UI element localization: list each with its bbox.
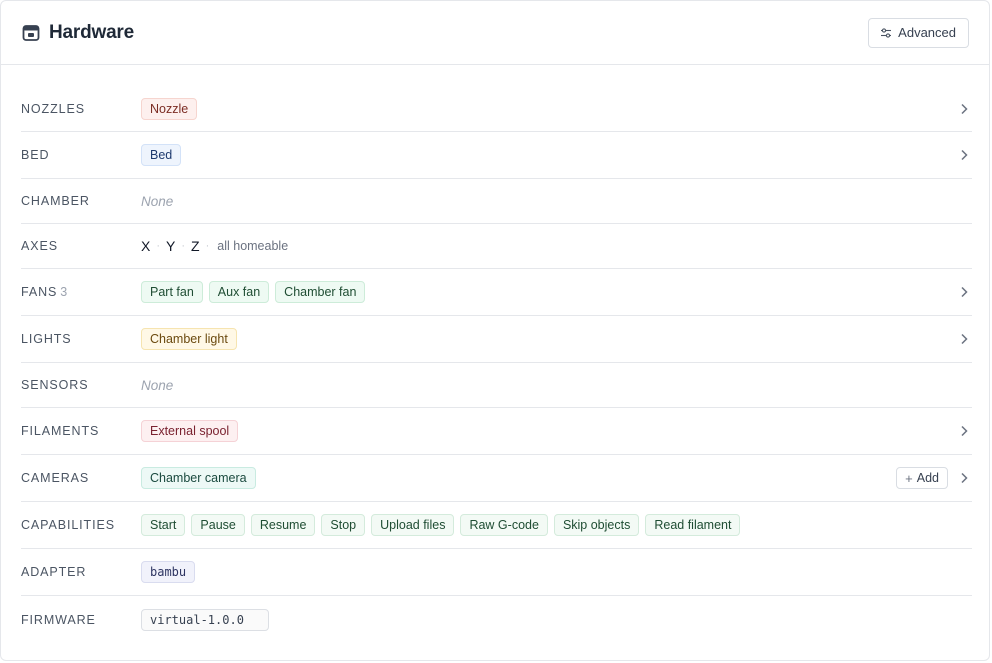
advanced-button-label: Advanced: [898, 25, 956, 40]
panel-header: Hardware Advanced: [1, 1, 989, 65]
row-sensors: SENSORS None: [21, 363, 972, 408]
light-chip[interactable]: Chamber light: [141, 328, 237, 350]
adapter-value: bambu: [141, 561, 196, 583]
row-nozzles[interactable]: NOZZLES Nozzle: [21, 86, 972, 132]
capability-chip: Upload files: [371, 514, 455, 536]
axis-x: X: [141, 238, 151, 254]
empty-value: None: [141, 377, 174, 393]
chevron-right-icon[interactable]: [956, 470, 972, 486]
capability-chip: Start: [141, 514, 186, 536]
row-label: ADAPTER: [21, 565, 87, 579]
row-label: BED: [21, 148, 50, 162]
page-title: Hardware: [49, 21, 134, 43]
add-camera-button[interactable]: + Add: [896, 467, 948, 489]
hardware-panel: Hardware Advanced NOZZLES Nozzle BED Bed…: [0, 0, 990, 661]
fan-chip[interactable]: Aux fan: [208, 281, 270, 303]
row-axes: AXES X · Y · Z · all homeable: [21, 224, 972, 269]
row-adapter: ADAPTER bambu: [21, 549, 972, 596]
chevron-right-icon[interactable]: [956, 147, 972, 163]
axis-z: Z: [191, 238, 200, 254]
capability-chip: Stop: [321, 514, 366, 536]
row-filaments[interactable]: FILAMENTS External spool: [21, 408, 972, 455]
row-lights[interactable]: LIGHTS Chamber light: [21, 316, 972, 363]
capability-chip: Skip objects: [553, 514, 640, 536]
row-bed[interactable]: BED Bed: [21, 132, 972, 179]
advanced-button[interactable]: Advanced: [868, 17, 969, 48]
filament-chip[interactable]: External spool: [141, 420, 239, 442]
row-label: LIGHTS: [21, 332, 72, 346]
separator-dot: ·: [181, 240, 186, 252]
chevron-right-icon[interactable]: [956, 423, 972, 439]
printer-icon: [22, 24, 40, 42]
hardware-rows: NOZZLES Nozzle BED Bed CHAMBER None AXES…: [21, 86, 972, 643]
row-label: CAMERAS: [21, 471, 90, 485]
separator-dot: ·: [205, 240, 210, 252]
nozzle-chip[interactable]: Nozzle: [141, 97, 198, 120]
row-cameras[interactable]: CAMERAS Chamber camera + Add: [21, 455, 972, 502]
add-button-label: Add: [916, 471, 939, 485]
axes-note: all homeable: [217, 239, 289, 253]
capability-chip: Read filament: [645, 514, 741, 536]
fan-chip[interactable]: Part fan: [141, 281, 203, 303]
row-label: FIRMWARE: [21, 612, 96, 627]
camera-chip[interactable]: Chamber camera: [141, 467, 256, 489]
row-label: FILAMENTS: [21, 424, 100, 438]
firmware-value: virtual-1.0.0: [141, 608, 269, 631]
bed-chip[interactable]: Bed: [141, 144, 182, 166]
fans-label: FANS: [21, 285, 58, 299]
chevron-right-icon[interactable]: [956, 331, 972, 347]
row-capabilities: CAPABILITIES Start Pause Resume Stop Upl…: [21, 502, 972, 549]
capability-chip: Raw G-code: [460, 514, 548, 536]
row-label: CAPABILITIES: [21, 518, 115, 532]
capability-chip: Pause: [191, 514, 245, 536]
empty-value: None: [141, 193, 174, 209]
axis-y: Y: [166, 238, 176, 254]
row-label: FANS 3: [21, 285, 141, 299]
row-fans[interactable]: FANS 3 Part fan Aux fan Chamber fan: [21, 269, 972, 316]
capability-chip: Resume: [250, 514, 316, 536]
row-label: AXES: [21, 239, 58, 253]
chevron-right-icon[interactable]: [956, 284, 972, 300]
row-firmware: FIRMWARE virtual-1.0.0: [21, 596, 972, 643]
separator-dot: ·: [156, 240, 161, 252]
fans-count: 3: [60, 285, 68, 299]
row-label: NOZZLES: [21, 101, 85, 116]
plus-icon: +: [905, 470, 913, 486]
row-label: CHAMBER: [21, 194, 90, 208]
row-chamber: CHAMBER None: [21, 179, 972, 224]
sliders-icon: [880, 27, 892, 39]
row-label: SENSORS: [21, 378, 89, 392]
chevron-right-icon[interactable]: [956, 101, 972, 117]
fan-chip[interactable]: Chamber fan: [275, 281, 366, 303]
